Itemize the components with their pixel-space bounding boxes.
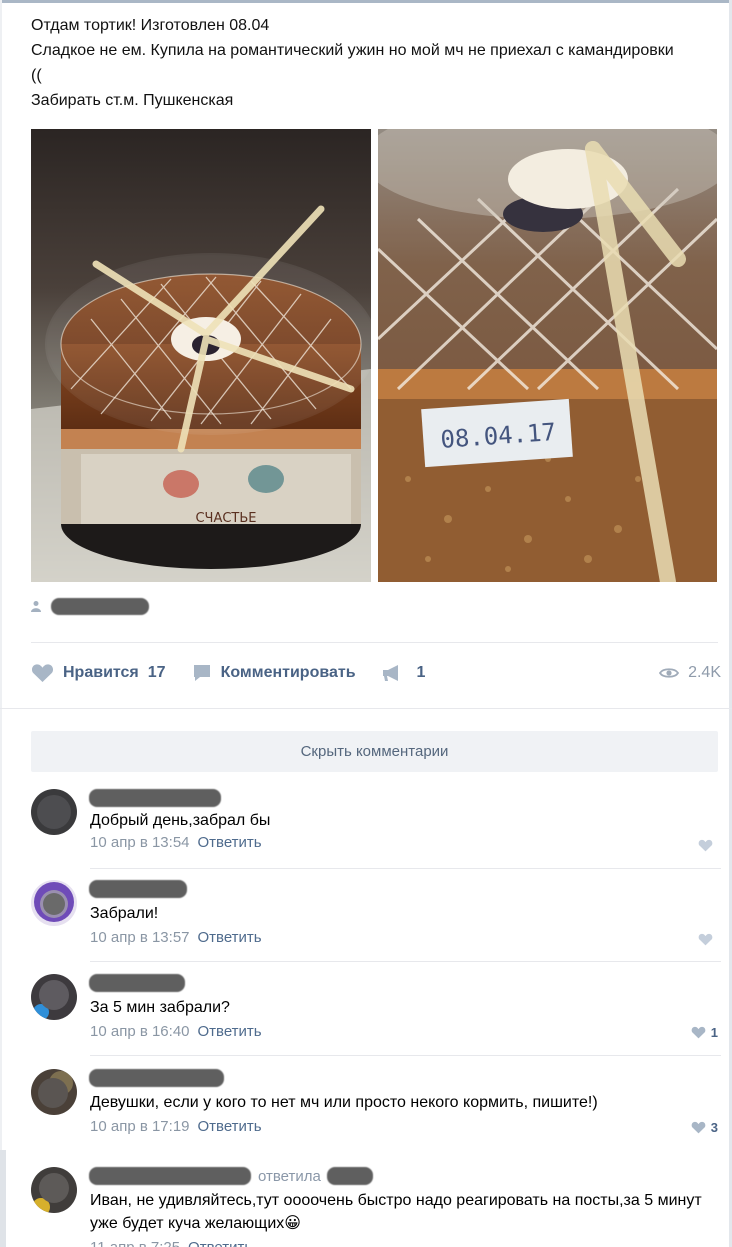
like-label: Нравится <box>63 664 139 681</box>
comment-like-count: 1 <box>710 1025 718 1040</box>
avatar[interactable] <box>31 789 77 835</box>
cake-closeup-image: 08.04.17 <box>378 129 717 582</box>
avatar[interactable] <box>31 974 77 1020</box>
avatar-image <box>31 789 77 835</box>
like-button[interactable]: Нравится 17 <box>31 663 166 683</box>
comment-item: Девушки, если у кого то нет мч или прост… <box>31 1069 721 1145</box>
author-name-redacted <box>89 789 221 807</box>
comment-text: Добрый день,забрал бы <box>90 812 271 829</box>
cake-label-text: СЧАСТЬЕ <box>195 511 256 526</box>
views-count: 2.4K <box>688 664 721 681</box>
heart-icon <box>691 1121 706 1134</box>
post-photo-cake-closeup[interactable]: 08.04.17 <box>378 129 717 582</box>
comment-author[interactable] <box>89 1069 224 1087</box>
comment-item: За 5 мин забрали? 10 апр в 16:40 Ответить… <box>31 974 721 1056</box>
post-text: Отдам тортик! Изготовлен 08.04 Сладкое н… <box>31 13 681 113</box>
post-text-line-2: Сладкое не ем. Купила на романтический у… <box>31 42 674 84</box>
grinning-emoji-icon: 😀 <box>284 1215 301 1232</box>
reply-thread-indicator <box>0 1150 6 1247</box>
comment-text: Забрали! <box>90 905 159 922</box>
top-border <box>0 0 732 3</box>
reply-link[interactable]: Ответить <box>198 834 262 851</box>
hide-comments-button[interactable]: Скрыть комментарии <box>31 731 718 772</box>
comment-author[interactable] <box>89 789 221 807</box>
comment-like-button[interactable] <box>698 933 718 946</box>
comment-text: Девушки, если у кого то нет мч или прост… <box>90 1094 598 1111</box>
share-count: 1 <box>416 664 426 681</box>
comment-divider <box>90 868 721 869</box>
comment-date[interactable]: 11 апр в 7:25 <box>90 1239 180 1247</box>
author-name-redacted <box>89 880 187 898</box>
heart-icon <box>698 933 713 946</box>
comment-date[interactable]: 10 апр в 13:57 <box>90 929 190 946</box>
comment-text: Иван, не удивляйтесь,тут оооочень быстро… <box>90 1189 715 1235</box>
megaphone-icon <box>382 665 398 681</box>
views-counter: 2.4K <box>659 664 721 682</box>
heart-icon <box>31 664 54 683</box>
comment-author[interactable] <box>89 974 185 992</box>
like-count: 17 <box>147 664 166 681</box>
comment-like-count: 3 <box>710 1120 718 1135</box>
user-icon <box>31 601 41 612</box>
author-name-redacted <box>51 597 149 615</box>
comment-author[interactable] <box>89 880 187 898</box>
comment-divider <box>90 1055 721 1056</box>
cake-photo-image: СЧАСТЬЕ <box>31 129 371 582</box>
post-author-signature[interactable] <box>31 594 149 618</box>
reply-link[interactable]: Ответить <box>198 929 262 946</box>
comment-meta: 10 апр в 16:40 Ответить <box>90 1023 262 1040</box>
answered-label: ответила <box>258 1167 321 1185</box>
heart-icon <box>691 1026 706 1039</box>
avatar-image <box>31 1069 77 1115</box>
comment-meta: 10 апр в 13:54 Ответить <box>90 834 262 851</box>
comment-meta: 10 апр в 13:57 Ответить <box>90 929 262 946</box>
comment-date[interactable]: 10 апр в 16:40 <box>90 1023 190 1040</box>
author-name-redacted <box>89 974 185 992</box>
left-edge <box>0 0 2 1247</box>
avatar-image <box>31 880 77 926</box>
post-divider <box>31 642 718 643</box>
comment-label: Комментировать <box>220 664 356 681</box>
comment-icon <box>193 665 210 681</box>
post-actions-bar: Нравится 17 Комментировать 1 2.4K <box>31 657 721 689</box>
actions-divider <box>0 708 732 709</box>
author-name-redacted <box>89 1069 224 1087</box>
comment-like-button[interactable] <box>698 839 718 852</box>
comment-item: Добрый день,забрал бы 10 апр в 13:54 Отве… <box>31 789 721 869</box>
comment-meta: 11 апр в 7:25 Ответить <box>90 1239 252 1247</box>
avatar[interactable] <box>31 1167 77 1213</box>
comment-date[interactable]: 10 апр в 13:54 <box>90 834 190 851</box>
comment-divider <box>90 961 721 962</box>
avatar-image <box>31 1167 77 1213</box>
reply-link[interactable]: Ответить <box>198 1118 262 1135</box>
post-photo-cake-box[interactable]: СЧАСТЬЕ <box>31 129 371 582</box>
comment-item: ответила Иван, не удивляйтесь,тут ооооче… <box>31 1167 721 1247</box>
comment-date[interactable]: 10 апр в 17:19 <box>90 1118 190 1135</box>
comment-button[interactable]: Комментировать <box>192 663 356 683</box>
avatar[interactable] <box>31 880 77 926</box>
reply-link[interactable]: Ответить <box>188 1239 252 1247</box>
heart-icon <box>698 839 713 852</box>
comment-author[interactable]: ответила <box>89 1167 373 1185</box>
avatar-image <box>31 974 77 1020</box>
comment-item: Забрали! 10 апр в 13:57 Ответить <box>31 880 721 962</box>
author-name-redacted <box>89 1167 251 1185</box>
eye-icon <box>659 668 680 678</box>
post-text-line-3: Забирать ст.м. Пушкенская <box>31 92 234 109</box>
avatar[interactable] <box>31 1069 77 1115</box>
comment-text-body: Иван, не удивляйтесь,тут оооочень быстро… <box>90 1192 702 1232</box>
share-button[interactable]: 1 <box>382 664 426 682</box>
comment-like-button[interactable]: 3 <box>691 1120 718 1135</box>
comment-meta: 10 апр в 17:19 Ответить <box>90 1118 262 1135</box>
comment-text: За 5 мин забрали? <box>90 999 230 1016</box>
post-text-line-1: Отдам тортик! Изготовлен 08.04 <box>31 17 270 34</box>
reply-to-name-redacted[interactable] <box>326 1167 373 1185</box>
comment-like-button[interactable]: 1 <box>691 1025 718 1040</box>
reply-link[interactable]: Ответить <box>198 1023 262 1040</box>
